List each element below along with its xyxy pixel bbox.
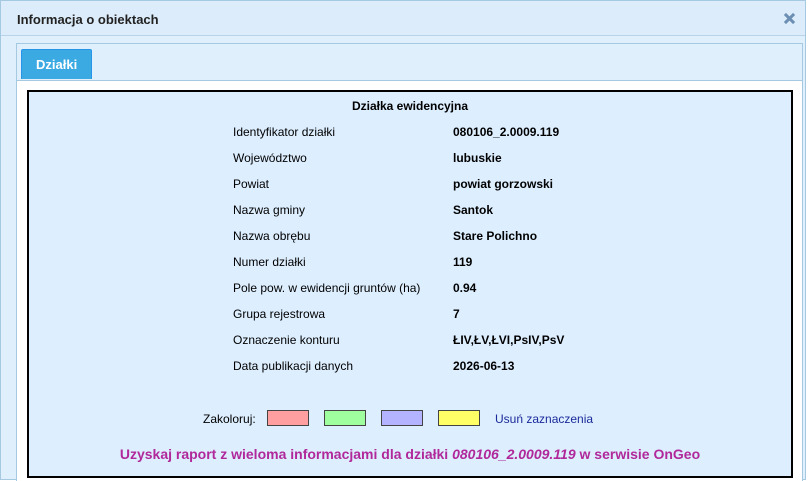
close-icon[interactable] xyxy=(784,13,795,24)
field-value: 0.94 xyxy=(453,281,477,295)
field-label: Nazwa obrębu xyxy=(233,229,311,243)
colorize-label: Zakoloruj: xyxy=(203,412,256,426)
report-suffix: w serwisie OnGeo xyxy=(575,446,701,462)
report-parcel-id: 080106_2.0009.119 xyxy=(452,446,576,462)
field-value: 7 xyxy=(453,307,460,321)
ongeo-report-link[interactable]: Uzyskaj raport z wieloma informacjami dl… xyxy=(29,446,791,462)
window-title: Informacja o obiektach xyxy=(17,12,159,27)
color-swatch-yellow[interactable] xyxy=(438,410,480,426)
field-label: Data publikacji danych xyxy=(233,359,354,373)
color-swatch-red[interactable] xyxy=(267,410,309,426)
field-label: Województwo xyxy=(233,151,307,165)
field-value: powiat gorzowski xyxy=(453,177,554,191)
field-label: Oznaczenie konturu xyxy=(233,333,340,347)
field-value: 080106_2.0009.119 xyxy=(453,125,560,139)
section-title: Działka ewidencyjna xyxy=(351,99,469,113)
field-value: Santok xyxy=(453,203,494,217)
report-prefix: Uzyskaj raport z wieloma informacjami dl… xyxy=(119,446,453,462)
field-label: Grupa rejestrowa xyxy=(233,307,326,321)
color-swatch-blue[interactable] xyxy=(381,410,423,426)
field-value: ŁIV,ŁV,ŁVI,PsIV,PsV xyxy=(453,333,565,347)
field-value: 2026-06-13 xyxy=(453,359,515,373)
clear-selection-link[interactable]: Usuń zaznaczenia xyxy=(495,412,593,426)
object-info-window: Informacja o obiektach Działki Działka e… xyxy=(0,0,806,481)
field-value: Stare Polichno xyxy=(453,229,538,243)
tab-dzialki[interactable]: Działki xyxy=(21,49,93,79)
field-label: Identyfikator działki xyxy=(233,125,336,139)
field-value: 119 xyxy=(453,255,473,269)
field-label: Numer działki xyxy=(233,255,306,269)
tabs-panel: Działki Działka ewidencyjna Identyfikato… xyxy=(16,43,803,481)
field-value: lubuskie xyxy=(453,151,502,165)
parcel-info-box: Działka ewidencyjna Identyfikator działk… xyxy=(27,90,793,478)
color-swatch-green[interactable] xyxy=(324,410,366,426)
field-label: Nazwa gminy xyxy=(233,203,306,217)
tab-bar: Działki xyxy=(17,44,802,81)
field-label: Powiat xyxy=(233,177,270,191)
window-titlebar: Informacja o obiektach xyxy=(1,1,805,36)
field-label: Pole pow. w ewidencji gruntów (ha) xyxy=(233,281,421,295)
